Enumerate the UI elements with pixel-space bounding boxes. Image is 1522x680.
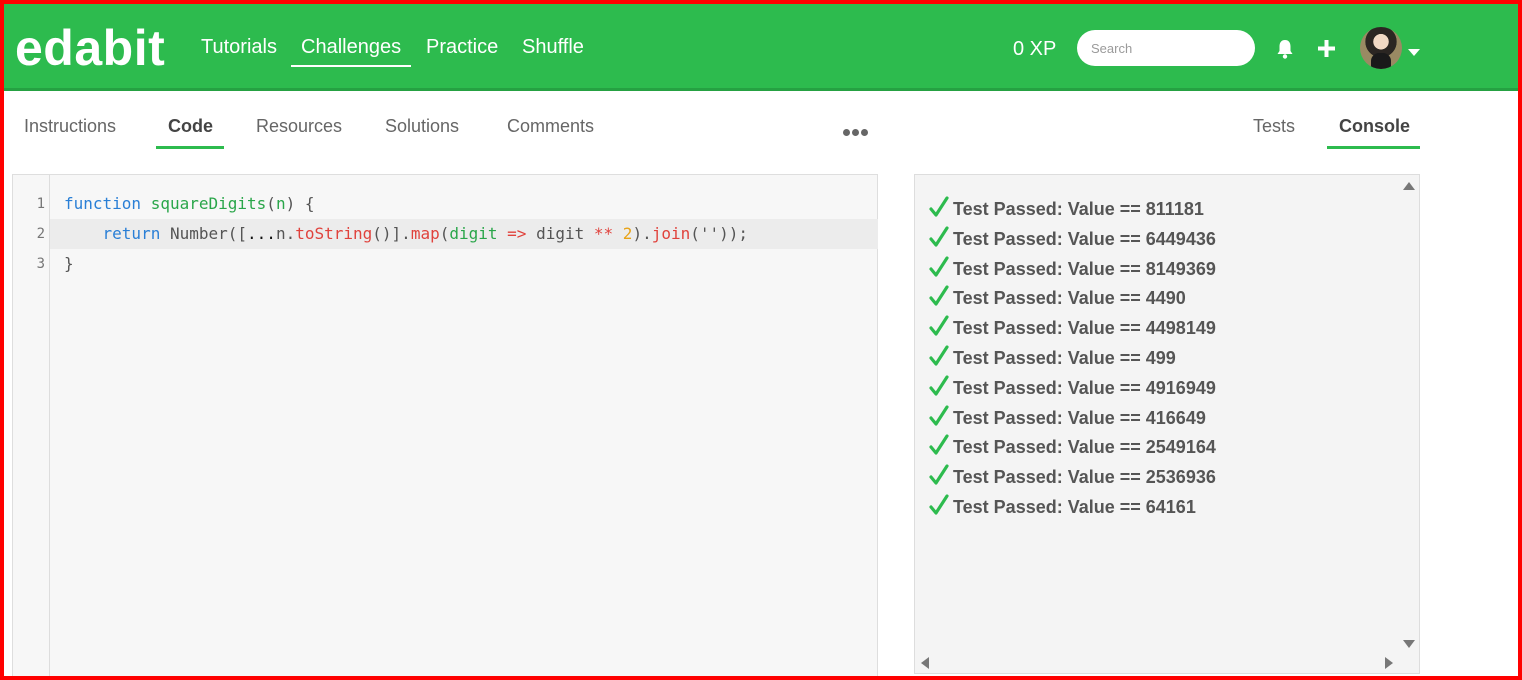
tab-resources[interactable]: Resources	[256, 115, 342, 137]
test-result-text: Test Passed: Value == 4916949	[953, 377, 1216, 398]
checkmark-icon	[929, 226, 953, 254]
test-result-text: Test Passed: Value == 811181	[953, 198, 1204, 219]
tab-tests[interactable]: Tests	[1253, 115, 1295, 137]
tab-comments[interactable]: Comments	[507, 115, 594, 137]
checkmark-icon	[929, 315, 953, 343]
checkmark-icon	[929, 255, 953, 284]
test-result-line: Test Passed: Value == 2536936	[929, 464, 1216, 488]
nav-link-tutorials[interactable]: Tutorials	[201, 35, 277, 59]
horizontal-scrollbar[interactable]	[915, 653, 1399, 673]
tab-console[interactable]: Console	[1339, 115, 1410, 137]
scroll-left-arrow-icon[interactable]	[921, 657, 929, 669]
test-result-text: Test Passed: Value == 8149369	[953, 258, 1216, 279]
test-result-text: Test Passed: Value == 2536936	[953, 466, 1216, 487]
line-number: 1	[36, 196, 45, 212]
test-result-line: Test Passed: Value == 4490	[929, 285, 1186, 309]
line-number: 3	[36, 256, 45, 272]
test-result-text: Test Passed: Value == 416649	[953, 407, 1206, 428]
checkmark-icon	[929, 375, 953, 403]
test-result-line: Test Passed: Value == 416649	[929, 404, 1206, 429]
code-line-3[interactable]: }	[50, 249, 878, 279]
vertical-scrollbar[interactable]	[1399, 175, 1419, 653]
tab-solutions[interactable]: Solutions	[385, 115, 459, 137]
avatar[interactable]	[1360, 27, 1402, 69]
plus-icon[interactable]	[1318, 40, 1335, 62]
checkmark-icon	[929, 494, 953, 522]
checkmark-icon	[929, 196, 953, 224]
test-result-line: Test Passed: Value == 8149369	[929, 255, 1216, 280]
checkmark-icon	[929, 464, 953, 492]
code-editor[interactable]: 1 2 3 function squareDigits(n) { return …	[12, 174, 878, 680]
top-nav-bar: edabit Tutorials Challenges Practice Shu…	[4, 4, 1518, 91]
tab-console-underline	[1327, 146, 1420, 149]
test-result-line: Test Passed: Value == 6449436	[929, 226, 1216, 250]
test-result-text: Test Passed: Value == 6449436	[953, 228, 1216, 249]
test-result-text: Test Passed: Value == 499	[953, 347, 1176, 368]
tab-instructions[interactable]: Instructions	[24, 115, 116, 137]
nav-link-shuffle[interactable]: Shuffle	[522, 35, 584, 59]
test-result-line: Test Passed: Value == 811181	[929, 196, 1204, 220]
test-result-line: Test Passed: Value == 4498149	[929, 315, 1216, 339]
nav-link-practice[interactable]: Practice	[426, 35, 498, 59]
line-number-gutter: 1 2 3	[13, 175, 50, 679]
bell-icon[interactable]	[1276, 39, 1294, 64]
more-options-icon[interactable]	[843, 123, 870, 141]
chevron-down-icon[interactable]	[1408, 44, 1420, 62]
line-number: 2	[36, 226, 45, 242]
code-line-2[interactable]: return Number([...n.toString()].map(digi…	[50, 219, 878, 249]
test-result-text: Test Passed: Value == 4498149	[953, 317, 1216, 338]
test-result-line: Test Passed: Value == 2549164	[929, 434, 1216, 458]
scroll-down-arrow-icon[interactable]	[1403, 640, 1415, 648]
test-result-text: Test Passed: Value == 4490	[953, 288, 1186, 309]
test-result-text: Test Passed: Value == 64161	[953, 496, 1196, 517]
checkmark-icon	[929, 434, 953, 462]
console-output-panel[interactable]: Test Passed: Value == 811181 Test Passed:…	[914, 174, 1420, 674]
checkmark-icon	[929, 285, 953, 313]
xp-counter: 0 XP	[1013, 38, 1057, 60]
checkmark-icon	[929, 404, 953, 433]
tab-code[interactable]: Code	[168, 115, 213, 137]
scroll-right-arrow-icon[interactable]	[1385, 657, 1393, 669]
edabit-logo[interactable]: edabit	[15, 20, 165, 76]
test-result-text: Test Passed: Value == 2549164	[953, 437, 1216, 458]
avatar-figure	[1371, 53, 1391, 69]
test-result-line: Test Passed: Value == 499	[929, 345, 1176, 369]
test-result-line: Test Passed: Value == 4916949	[929, 375, 1216, 399]
tab-code-underline	[156, 146, 224, 149]
checkmark-icon	[929, 345, 953, 373]
test-result-line: Test Passed: Value == 64161	[929, 494, 1196, 518]
nav-link-challenges[interactable]: Challenges	[291, 35, 412, 67]
scroll-up-arrow-icon[interactable]	[1403, 182, 1415, 190]
code-line-1[interactable]: function squareDigits(n) {	[50, 189, 878, 219]
search-input[interactable]	[1077, 30, 1255, 66]
